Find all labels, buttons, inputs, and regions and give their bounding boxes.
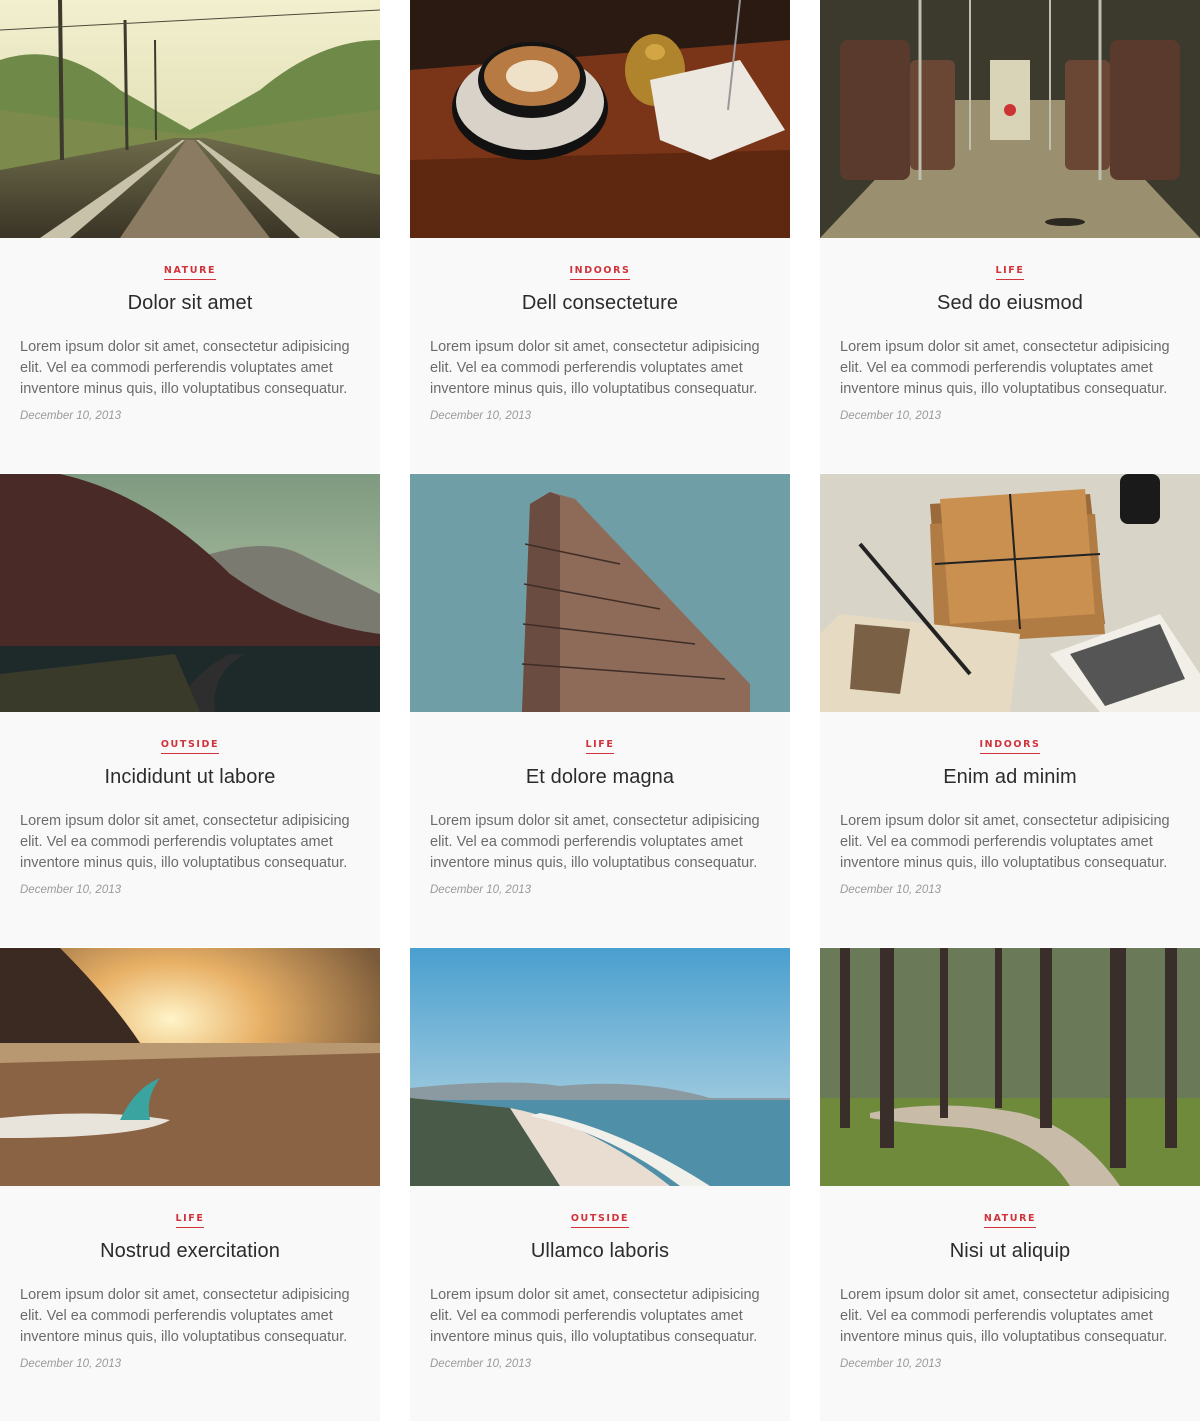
- post-excerpt: Lorem ipsum dolor sit amet, consectetur …: [430, 339, 760, 397]
- post-date: December 10, 2013: [430, 1358, 532, 1370]
- post-excerpt: Lorem ipsum dolor sit amet, consectetur …: [840, 339, 1170, 397]
- post-card: NATURE Dolor sit amet Lorem ipsum dolor …: [0, 0, 380, 473]
- post-date: December 10, 2013: [20, 1358, 122, 1370]
- post-thumbnail-coffee-cup[interactable]: [410, 0, 790, 238]
- post-thumbnail-flatiron-building[interactable]: [410, 474, 790, 712]
- category-tag[interactable]: LIFE: [995, 265, 1025, 280]
- post-card: OUTSIDE Incididunt ut labore Lorem ipsum…: [0, 474, 380, 947]
- category-tag[interactable]: INDOORS: [979, 739, 1041, 754]
- post-card: OUTSIDE Ullamco laboris Lorem ipsum dolo…: [410, 948, 790, 1421]
- post-card: LIFE Nostrud exercitation Lorem ipsum do…: [0, 948, 380, 1421]
- post-date: December 10, 2013: [840, 410, 942, 422]
- mountain-road-image: [0, 474, 380, 712]
- post-date: December 10, 2013: [840, 1358, 942, 1370]
- post-date: December 10, 2013: [430, 884, 532, 896]
- category-tag[interactable]: NATURE: [983, 1213, 1037, 1228]
- post-thumbnail-mountain-road[interactable]: [0, 474, 380, 712]
- tram-interior-image: [820, 0, 1200, 238]
- category-tag[interactable]: INDOORS: [569, 265, 631, 280]
- post-thumbnail-beach-surfboard[interactable]: [0, 948, 380, 1186]
- post-date: December 10, 2013: [430, 410, 532, 422]
- category-tag[interactable]: NATURE: [163, 265, 217, 280]
- post-excerpt: Lorem ipsum dolor sit amet, consectetur …: [430, 1287, 760, 1345]
- post-title[interactable]: Incididunt ut labore: [20, 766, 360, 789]
- post-excerpt: Lorem ipsum dolor sit amet, consectetur …: [840, 813, 1170, 871]
- post-grid: NATURE Dolor sit amet Lorem ipsum dolor …: [0, 0, 1200, 1422]
- post-title[interactable]: Et dolore magna: [430, 766, 770, 789]
- post-card: NATURE Nisi ut aliquip Lorem ipsum dolor…: [820, 948, 1200, 1421]
- beach-surfboard-image: [0, 948, 380, 1186]
- post-date: December 10, 2013: [840, 884, 942, 896]
- post-title[interactable]: Ullamco laboris: [430, 1240, 770, 1263]
- post-excerpt: Lorem ipsum dolor sit amet, consectetur …: [430, 813, 760, 871]
- post-thumbnail-tram-interior[interactable]: [820, 0, 1200, 238]
- coffee-cup-image: [410, 0, 790, 238]
- category-tag[interactable]: LIFE: [175, 1213, 205, 1228]
- post-title[interactable]: Dell consecteture: [430, 292, 770, 315]
- post-thumbnail-coastline[interactable]: [410, 948, 790, 1186]
- post-thumbnail-forest-path[interactable]: [820, 948, 1200, 1186]
- railroad-tracks-image: [0, 0, 380, 238]
- letters-bundle-image: [820, 474, 1200, 712]
- post-card: LIFE Sed do eiusmod Lorem ipsum dolor si…: [820, 0, 1200, 473]
- category-tag[interactable]: LIFE: [585, 739, 615, 754]
- post-thumbnail-railroad-tracks[interactable]: [0, 0, 380, 238]
- post-title[interactable]: Enim ad minim: [840, 766, 1180, 789]
- category-tag[interactable]: OUTSIDE: [570, 1213, 630, 1228]
- post-date: December 10, 2013: [20, 884, 122, 896]
- post-thumbnail-letters-bundle[interactable]: [820, 474, 1200, 712]
- post-date: December 10, 2013: [20, 410, 122, 422]
- coastline-image: [410, 948, 790, 1186]
- post-excerpt: Lorem ipsum dolor sit amet, consectetur …: [20, 1287, 350, 1345]
- post-title[interactable]: Nisi ut aliquip: [840, 1240, 1180, 1263]
- flatiron-building-image: [410, 474, 790, 712]
- post-title[interactable]: Nostrud exercitation: [20, 1240, 360, 1263]
- post-title[interactable]: Sed do eiusmod: [840, 292, 1180, 315]
- category-tag[interactable]: OUTSIDE: [160, 739, 220, 754]
- post-card: LIFE Et dolore magna Lorem ipsum dolor s…: [410, 474, 790, 947]
- post-excerpt: Lorem ipsum dolor sit amet, consectetur …: [840, 1287, 1170, 1345]
- post-title[interactable]: Dolor sit amet: [20, 292, 360, 315]
- post-card: INDOORS Enim ad minim Lorem ipsum dolor …: [820, 474, 1200, 947]
- post-excerpt: Lorem ipsum dolor sit amet, consectetur …: [20, 813, 350, 871]
- forest-path-image: [820, 948, 1200, 1186]
- post-excerpt: Lorem ipsum dolor sit amet, consectetur …: [20, 339, 350, 397]
- post-card: INDOORS Dell consecteture Lorem ipsum do…: [410, 0, 790, 473]
